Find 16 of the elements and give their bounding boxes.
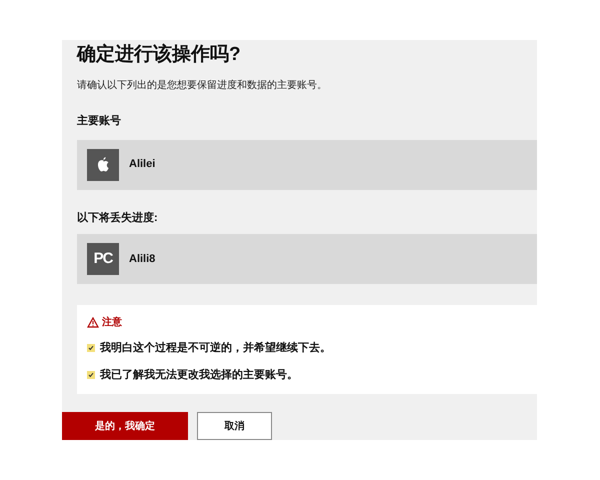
checkbox-label: 我明白这个过程是不可逆的，并希望继续下去。 (100, 340, 331, 356)
checkbox[interactable] (87, 370, 95, 379)
checkbox-label: 我已了解我无法更改我选择的主要账号。 (100, 368, 298, 383)
account-name: Alili8 (129, 252, 156, 267)
section-heading: 主要账号 (77, 114, 122, 129)
cancel-button[interactable]: 取消 (197, 412, 272, 440)
description-text: 请确认以下列出的是您想要保留进度和数据的主要账号。 (77, 78, 328, 93)
confirm-button[interactable]: 是的，我确定 (62, 412, 188, 440)
apple-icon (87, 148, 119, 181)
pc-icon: PC (87, 243, 119, 276)
notice-title: 注意 (102, 315, 122, 330)
checkbox[interactable] (87, 344, 95, 352)
dialog-title: 确定进行该操作吗? (77, 42, 242, 67)
warning-icon (87, 317, 99, 328)
account-name: Alilei (129, 157, 156, 172)
section-heading: 以下将丢失进度: (77, 210, 159, 226)
